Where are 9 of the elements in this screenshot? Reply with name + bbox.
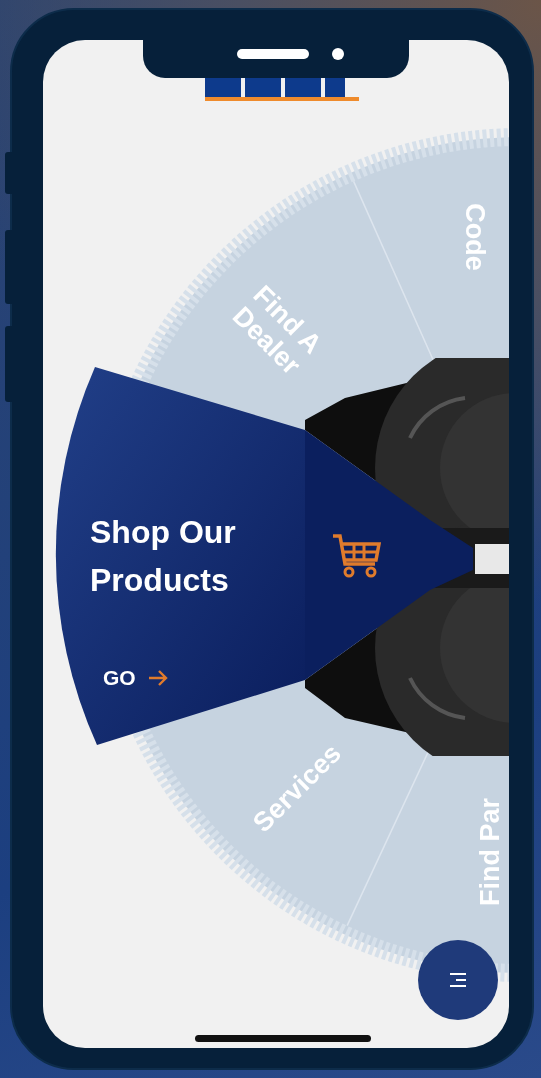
wheel-segment-label[interactable]: Find Par xyxy=(475,798,505,906)
menu-icon xyxy=(448,973,468,987)
wheel-segment-label[interactable]: Code xyxy=(460,203,490,271)
segment-title: Shop Our Products xyxy=(90,513,237,600)
camera xyxy=(332,48,344,60)
arrow-right-icon xyxy=(147,668,168,687)
speaker xyxy=(237,49,309,59)
cart-icon xyxy=(331,532,383,580)
go-link[interactable]: GO xyxy=(103,662,168,694)
